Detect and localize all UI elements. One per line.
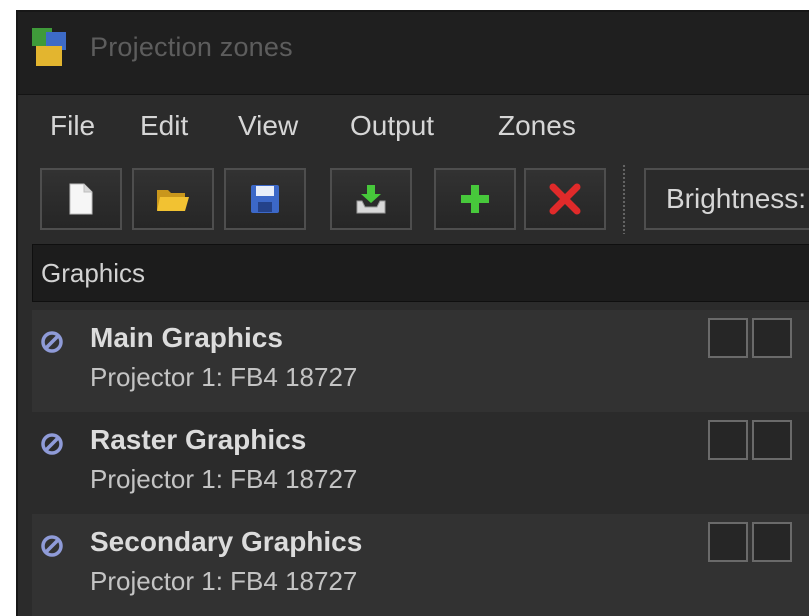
projection-zones-window: Projection zones File Edit View Output Z… bbox=[16, 10, 809, 616]
zone-row[interactable]: Raster Graphics Projector 1: FB4 18727 bbox=[32, 412, 809, 514]
zone-row[interactable]: Secondary Graphics Projector 1: FB4 1872… bbox=[32, 514, 809, 616]
save-button[interactable] bbox=[224, 168, 306, 230]
toolbar: Brightness: bbox=[18, 156, 809, 240]
zone-toggle-right[interactable] bbox=[752, 420, 792, 460]
delete-icon bbox=[549, 183, 581, 215]
title-bar[interactable]: Projection zones bbox=[18, 12, 809, 95]
zone-toggle-group bbox=[708, 522, 796, 564]
zone-projector: Projector 1: FB4 18727 bbox=[90, 362, 358, 392]
zone-toggle-group bbox=[708, 318, 796, 360]
menu-bar: File Edit View Output Zones bbox=[18, 98, 809, 152]
zone-list: Main Graphics Projector 1: FB4 18727 Ras… bbox=[32, 310, 809, 616]
menu-view[interactable]: View bbox=[238, 110, 298, 142]
zone-toggle-left[interactable] bbox=[708, 522, 748, 562]
zone-toggle-group bbox=[708, 420, 796, 462]
delete-button[interactable] bbox=[524, 168, 606, 230]
disabled-icon bbox=[40, 432, 64, 456]
menu-output[interactable]: Output bbox=[350, 110, 434, 142]
zone-row[interactable]: Main Graphics Projector 1: FB4 18727 bbox=[32, 310, 809, 412]
menu-zones[interactable]: Zones bbox=[498, 110, 576, 142]
zone-name: Raster Graphics bbox=[90, 424, 307, 455]
zone-projector: Projector 1: FB4 18727 bbox=[90, 566, 358, 596]
projection-zones-app-icon bbox=[32, 28, 68, 68]
zone-name: Main Graphics bbox=[90, 322, 283, 353]
new-document-icon bbox=[69, 183, 93, 215]
export-icon bbox=[354, 184, 388, 214]
save-disk-icon bbox=[250, 184, 280, 214]
disabled-icon bbox=[40, 330, 64, 354]
zone-projector: Projector 1: FB4 18727 bbox=[90, 464, 358, 494]
window-title: Projection zones bbox=[90, 32, 293, 62]
add-icon bbox=[460, 184, 490, 214]
zone-toggle-left[interactable] bbox=[708, 318, 748, 358]
open-folder-icon bbox=[156, 186, 190, 212]
brightness-control[interactable]: Brightness: bbox=[644, 168, 809, 230]
graphics-filter-field[interactable] bbox=[32, 244, 809, 302]
new-button[interactable] bbox=[40, 168, 122, 230]
export-button[interactable] bbox=[330, 168, 412, 230]
menu-edit[interactable]: Edit bbox=[140, 110, 188, 142]
menu-file[interactable]: File bbox=[50, 110, 95, 142]
zone-toggle-left[interactable] bbox=[708, 420, 748, 460]
zone-toggle-right[interactable] bbox=[752, 318, 792, 358]
add-button[interactable] bbox=[434, 168, 516, 230]
toolbar-separator bbox=[622, 164, 626, 234]
zone-toggle-right[interactable] bbox=[752, 522, 792, 562]
open-button[interactable] bbox=[132, 168, 214, 230]
zone-name: Secondary Graphics bbox=[90, 526, 363, 557]
disabled-icon bbox=[40, 534, 64, 558]
